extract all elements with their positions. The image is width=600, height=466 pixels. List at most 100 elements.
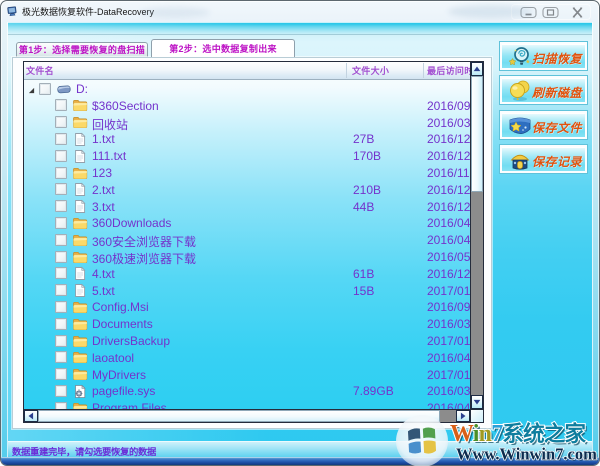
table-row[interactable]: 360安全浏览器下载2016/04 — [24, 231, 470, 248]
table-row[interactable]: D: — [24, 80, 470, 97]
scrollbar-corner — [470, 409, 483, 422]
folder-icon — [74, 369, 87, 379]
file-date: 2016/09 — [427, 99, 470, 113]
client-area: 第1步：选择需要恢复的盘扫描 第2步：选中数据复制出来 文件名 文件大小 最后访… — [8, 22, 592, 456]
row-checkbox[interactable] — [55, 301, 67, 313]
file-icon — [76, 133, 85, 145]
scroll-up-icon[interactable] — [471, 62, 483, 76]
folder-icon — [74, 252, 87, 262]
save-log-label: 保存记录 — [532, 153, 586, 170]
save-log-icon — [507, 148, 533, 172]
row-checkbox[interactable] — [55, 133, 67, 145]
file-name: 360Downloads — [92, 216, 171, 230]
row-checkbox[interactable] — [55, 385, 67, 397]
maximize-button[interactable] — [542, 6, 559, 19]
table-row[interactable]: pagefile.sys7.89GB2016/03 — [24, 382, 470, 399]
file-name: 5.txt — [92, 284, 115, 298]
scroll-down-icon[interactable] — [471, 395, 483, 409]
top-band-divider — [8, 34, 592, 35]
file-date: 2017/01 — [427, 368, 470, 382]
folder-icon — [74, 235, 87, 245]
window-title: 极光数据恢复软件-DataRecovery — [22, 5, 154, 18]
table-row[interactable]: MyDrivers2017/01 — [24, 366, 470, 383]
table-row[interactable]: 5.txt15B2017/01 — [24, 282, 470, 299]
horizontal-scrollbar[interactable] — [24, 409, 470, 422]
row-checkbox[interactable] — [55, 150, 67, 162]
titlebar-glass-smudge — [140, 7, 210, 18]
refresh-disk-button[interactable]: 刷新磁盘 — [500, 76, 587, 104]
save-files-button[interactable]: 保存文件 — [500, 111, 587, 139]
tree-body: D:$360Section2016/09回收站2016/031.txt27B20… — [24, 80, 470, 409]
horizontal-scroll-thumb[interactable] — [38, 410, 440, 422]
status-text: 数据重建完毕，请勾选要恢复的数据 — [12, 444, 156, 458]
tab-step1-scan[interactable]: 第1步：选择需要恢复的盘扫描 — [16, 42, 148, 57]
file-date: 2016/04 — [427, 233, 470, 247]
table-row[interactable]: Program Files2016/04 — [24, 399, 470, 409]
row-checkbox[interactable] — [55, 284, 67, 296]
file-date: 2016/03 — [427, 116, 470, 130]
close-button[interactable] — [569, 6, 586, 19]
row-checkbox[interactable] — [55, 234, 67, 246]
vertical-scrollbar[interactable] — [470, 62, 483, 409]
table-row[interactable]: 2.txt210B2016/12 — [24, 181, 470, 198]
table-row[interactable]: 4.txt61B2016/12 — [24, 265, 470, 282]
table-row[interactable]: 回收站2016/03 — [24, 114, 470, 131]
row-checkbox[interactable] — [55, 251, 67, 263]
table-row[interactable]: 3.txt44B2016/12 — [24, 198, 470, 215]
expander-icon[interactable] — [28, 87, 35, 94]
file-name: DriversBackup — [92, 334, 170, 348]
row-checkbox[interactable] — [55, 351, 67, 363]
column-header-filename[interactable]: 文件名 — [26, 62, 344, 79]
row-checkbox[interactable] — [55, 368, 67, 380]
file-size: 170B — [353, 149, 381, 163]
column-header-lastaccess[interactable]: 最后访问时间 — [427, 62, 470, 79]
table-row[interactable]: 123 2016/11 — [24, 164, 470, 181]
file-date: 2017/01 — [427, 334, 470, 348]
row-checkbox[interactable] — [55, 318, 67, 330]
file-size: 7.89GB — [353, 384, 394, 398]
row-checkbox[interactable] — [55, 335, 67, 347]
row-checkbox[interactable] — [55, 167, 67, 179]
file-name: 123 — [92, 166, 112, 180]
table-row[interactable]: 111.txt170B2016/12 — [24, 147, 470, 164]
row-checkbox[interactable] — [55, 200, 67, 212]
scan-recover-button[interactable]: 扫描恢复 — [500, 42, 587, 70]
scan-recover-label: 扫描恢复 — [532, 50, 586, 67]
folder-icon — [74, 168, 87, 178]
file-name: 3.txt — [92, 200, 115, 214]
table-row[interactable]: Config.Msi2016/09 — [24, 298, 470, 315]
file-icon — [76, 268, 85, 280]
sysfile-icon — [76, 385, 85, 397]
window-frame-right — [592, 22, 599, 457]
row-checkbox[interactable] — [55, 183, 67, 195]
row-checkbox[interactable] — [55, 267, 67, 279]
file-icon — [76, 184, 85, 196]
file-name: pagefile.sys — [92, 384, 155, 398]
table-row[interactable]: DriversBackup 2017/01 — [24, 332, 470, 349]
window-frame-left — [1, 22, 8, 457]
save-log-button[interactable]: 保存记录 — [500, 145, 587, 173]
table-row[interactable]: $360Section2016/09 — [24, 97, 470, 114]
row-checkbox[interactable] — [55, 116, 67, 128]
row-checkbox[interactable] — [39, 83, 51, 95]
file-name: Program Files — [92, 401, 167, 409]
table-row[interactable]: 360极速浏览器下载2016/05 — [24, 248, 470, 265]
scroll-left-icon[interactable] — [24, 410, 38, 422]
tab-step2-copy[interactable]: 第2步：选中数据复制出来 — [151, 39, 295, 57]
folder-icon — [74, 101, 87, 111]
file-icon — [76, 201, 85, 213]
vertical-scroll-thumb[interactable] — [471, 76, 483, 192]
row-checkbox[interactable] — [55, 402, 67, 409]
column-header-filesize[interactable]: 文件大小 — [352, 62, 424, 79]
table-row[interactable]: laoatool2016/04 — [24, 349, 470, 366]
file-date: 2016/05 — [427, 250, 470, 264]
file-date: 2016/11 — [427, 166, 470, 180]
row-checkbox[interactable] — [55, 99, 67, 111]
table-row[interactable]: 360Downloads2016/04 — [24, 214, 470, 231]
table-row[interactable]: 1.txt27B2016/12 — [24, 130, 470, 147]
file-date: 2017/01 — [427, 284, 470, 298]
table-row[interactable]: Documents2016/03 — [24, 315, 470, 332]
scroll-right-icon[interactable] — [456, 410, 470, 422]
folder-icon — [74, 336, 87, 346]
row-checkbox[interactable] — [55, 217, 67, 229]
